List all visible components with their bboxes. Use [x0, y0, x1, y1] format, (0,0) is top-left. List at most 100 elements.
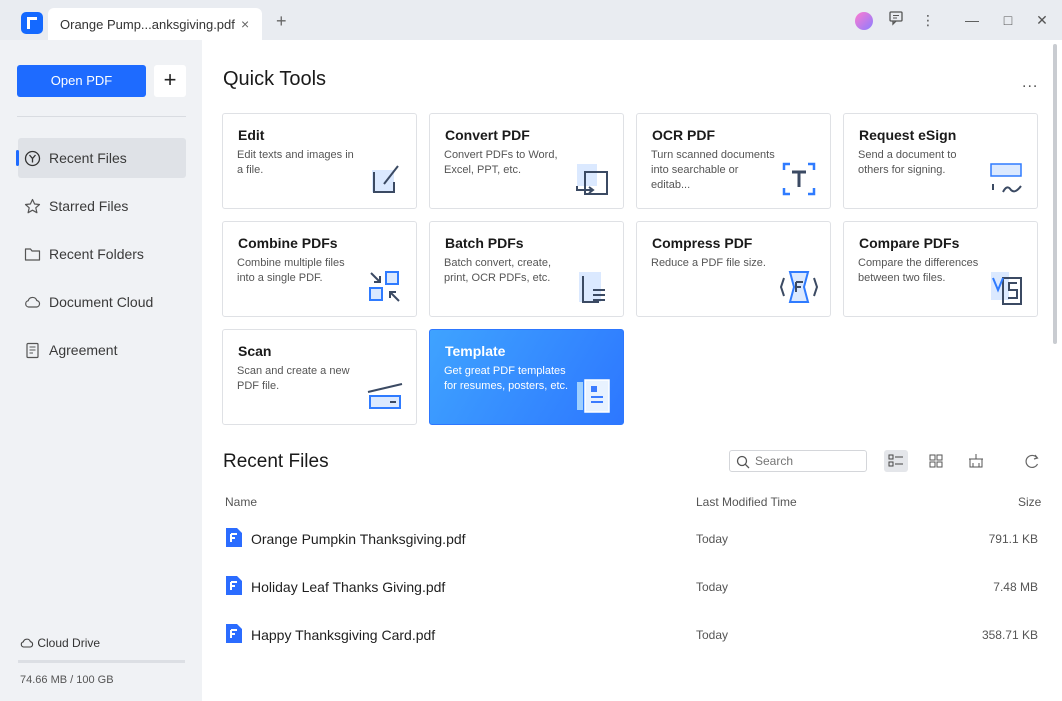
recent-files-title: Recent Files [223, 451, 329, 472]
maximize-icon[interactable]: □ [998, 10, 1018, 30]
tool-card-ocr-pdf[interactable]: OCR PDF Turn scanned documents into sear… [636, 113, 831, 209]
file-name: Orange Pumpkin Thanksgiving.pdf [251, 531, 466, 547]
tool-card-desc: Get great PDF templates for resumes, pos… [444, 365, 569, 392]
recent-icon [24, 150, 41, 167]
column-header-size[interactable]: Size [1018, 495, 1041, 509]
sidebar-item-recent-files[interactable]: Recent Files [16, 138, 186, 178]
column-header-name[interactable]: Name [225, 495, 257, 509]
pdf-file-icon [226, 528, 242, 547]
grid-view-button[interactable] [924, 450, 948, 472]
tool-card-desc: Reduce a PDF file size. [651, 257, 766, 269]
avatar[interactable] [855, 12, 873, 30]
tool-card-title: Scan [238, 343, 272, 359]
close-window-icon[interactable]: ✕ [1032, 10, 1052, 30]
tool-card-desc: Combine multiple files into a single PDF… [237, 257, 345, 284]
cloud-drive-label: Cloud Drive [37, 636, 101, 650]
tool-card-desc: Batch convert, create, print, OCR PDFs, … [444, 257, 551, 284]
tool-card-title: Batch PDFs [445, 235, 524, 251]
agreement-icon [26, 342, 39, 359]
sidebar: Open PDF + Recent Files Starred Files Re… [0, 40, 202, 701]
tool-card-compress-pdf[interactable]: Compress PDF Reduce a PDF file size. [636, 221, 831, 317]
column-header-modified[interactable]: Last Modified Time [696, 495, 797, 509]
tool-card-request-esign[interactable]: Request eSign Send a document to others … [843, 113, 1038, 209]
tab-close-icon[interactable]: × [241, 16, 249, 32]
tool-card-edit[interactable]: Edit Edit texts and images in a file. [222, 113, 417, 209]
list-view-icon [888, 454, 903, 467]
sidebar-divider [17, 116, 186, 117]
file-modified: Today [696, 628, 729, 642]
more-menu-icon[interactable]: ⋮ [918, 10, 938, 30]
tool-card-compare-pdfs[interactable]: Compare PDFs Compare the differences bet… [843, 221, 1038, 317]
tool-card-desc: Compare the differences between two file… [858, 257, 979, 284]
cloud-icon [25, 296, 41, 308]
file-size: 791.1 KB [988, 532, 1038, 546]
tool-card-batch-pdfs[interactable]: Batch PDFs Batch convert, create, print,… [429, 221, 624, 317]
document-tab[interactable]: Orange Pump...anksgiving.pdf × [48, 8, 262, 40]
list-view-button[interactable] [884, 450, 908, 472]
tool-card-title: OCR PDF [652, 127, 715, 143]
sidebar-item-label: Starred Files [49, 198, 129, 214]
search-icon [736, 455, 750, 469]
template-icon [577, 379, 610, 413]
folder-icon [24, 248, 41, 261]
tool-card-title: Compress PDF [652, 235, 753, 251]
ocr-icon [782, 162, 816, 196]
title-bar: Orange Pump...anksgiving.pdf × + ⋮ — □ ✕ [0, 0, 1062, 40]
sidebar-item-label: Recent Folders [49, 246, 144, 262]
file-name: Happy Thanksgiving Card.pdf [251, 627, 436, 643]
convert-icon [576, 164, 608, 195]
batch-icon [579, 272, 605, 303]
sidebar-item-document-cloud[interactable]: Document Cloud [18, 282, 186, 322]
open-pdf-button[interactable]: Open PDF [17, 65, 146, 97]
compress-icon [780, 271, 818, 303]
feedback-icon[interactable] [886, 10, 906, 30]
sidebar-item-label: Agreement [49, 342, 118, 358]
search-input[interactable] [755, 454, 860, 468]
tool-card-desc: Turn scanned documents into searchable o… [651, 149, 775, 191]
edit-icon [372, 165, 399, 193]
file-modified: Today [696, 532, 729, 546]
tool-card-scan[interactable]: Scan Scan and create a new PDF file. [222, 329, 417, 425]
tool-card-title: Request eSign [859, 127, 957, 143]
add-button[interactable]: + [154, 65, 186, 97]
table-row[interactable]: Holiday Leaf Thanks Giving.pdf Today 7.4… [222, 566, 1042, 606]
main-content: Quick Tools ... Edit Edit texts and imag… [202, 40, 1062, 701]
tool-card-template[interactable]: Template Get great PDF templates for res… [429, 329, 624, 425]
tool-card-convert-pdf[interactable]: Convert PDF Convert PDFs to Word, Excel,… [429, 113, 624, 209]
cloud-drive-icon [20, 638, 34, 648]
clear-recent-button[interactable] [964, 450, 988, 472]
table-row[interactable]: Happy Thanksgiving Card.pdf Today 358.71… [222, 614, 1042, 654]
sidebar-item-label: Document Cloud [49, 294, 154, 310]
new-tab-icon[interactable]: + [276, 12, 287, 30]
app-logo-icon[interactable] [21, 12, 43, 34]
more-options-icon[interactable]: ... [1022, 74, 1038, 92]
sidebar-item-starred-files[interactable]: Starred Files [18, 186, 186, 226]
scan-icon [367, 383, 403, 409]
tool-card-title: Convert PDF [445, 127, 530, 143]
tool-card-desc: Edit texts and images in a file. [237, 149, 354, 176]
esign-icon [990, 163, 1022, 193]
search-box[interactable] [729, 450, 867, 472]
storage-progress-bar [18, 660, 185, 663]
sidebar-item-label: Recent Files [49, 150, 127, 166]
refresh-button[interactable] [1020, 450, 1044, 472]
tool-card-desc: Send a document to others for signing. [858, 149, 957, 176]
tool-card-title: Edit [238, 127, 265, 143]
combine-icon [369, 271, 400, 302]
refresh-icon [1025, 454, 1039, 468]
file-modified: Today [696, 580, 729, 594]
table-row[interactable]: Orange Pumpkin Thanksgiving.pdf Today 79… [222, 518, 1042, 558]
compare-icon [991, 272, 1022, 305]
tool-card-combine-pdfs[interactable]: Combine PDFs Combine multiple files into… [222, 221, 417, 317]
broom-icon [969, 454, 983, 468]
sidebar-item-recent-folders[interactable]: Recent Folders [18, 234, 186, 274]
minimize-icon[interactable]: — [962, 10, 982, 30]
file-size: 7.48 MB [993, 580, 1038, 594]
tool-card-title: Template [445, 343, 506, 359]
cloud-drive[interactable]: Cloud Drive [20, 636, 100, 650]
tool-card-desc: Convert PDFs to Word, Excel, PPT, etc. [444, 149, 558, 176]
active-indicator [16, 150, 19, 166]
scrollbar[interactable] [1053, 44, 1057, 344]
sidebar-item-agreement[interactable]: Agreement [18, 330, 186, 370]
file-name: Holiday Leaf Thanks Giving.pdf [251, 579, 446, 595]
